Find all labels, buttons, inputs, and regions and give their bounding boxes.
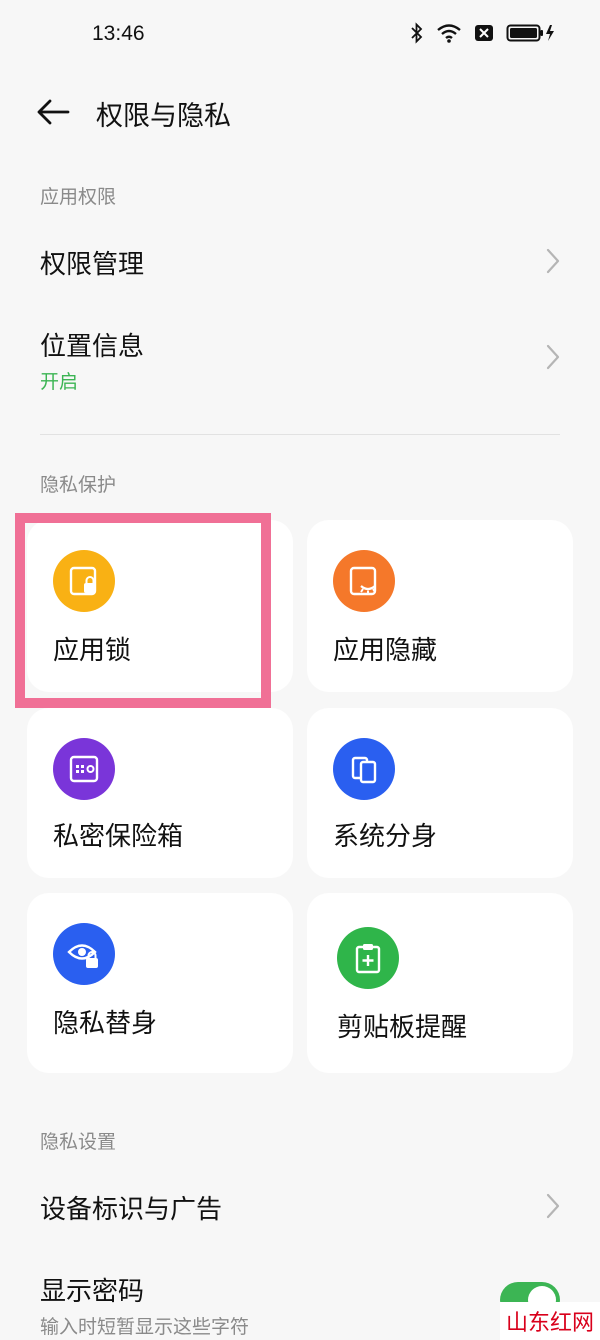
back-arrow-icon [37, 99, 70, 125]
card-clipboard-alert[interactable]: 剪贴板提醒 [307, 893, 573, 1073]
card-label: 应用锁 [53, 636, 132, 666]
no-sim-icon [475, 25, 493, 41]
chevron-right-icon [546, 1193, 560, 1219]
card-label: 私密保险箱 [53, 822, 184, 852]
card-label: 应用隐藏 [333, 636, 438, 666]
back-button[interactable] [30, 92, 76, 132]
status-time: 13:46 [92, 22, 145, 45]
card-app-hide[interactable]: 应用隐藏 [307, 520, 573, 692]
row-device-id-ads[interactable]: 设备标识与广告 [0, 1175, 600, 1237]
row-title: 权限管理 [40, 250, 145, 280]
app-lock-icon [53, 550, 115, 612]
card-app-lock[interactable]: 应用锁 [27, 520, 293, 692]
chevron-right-icon [546, 344, 560, 370]
bluetooth-icon [411, 22, 423, 44]
row-permission-management[interactable]: 权限管理 [0, 230, 600, 292]
watermark: 山东红网 [500, 1302, 600, 1340]
row-title: 设备标识与广告 [40, 1195, 223, 1225]
row-title: 位置信息 [40, 332, 145, 362]
chevron-right-icon [546, 248, 560, 274]
section-label-app-permissions: 应用权限 [40, 186, 117, 208]
card-label: 系统分身 [333, 822, 438, 852]
page-title: 权限与隐私 [96, 101, 231, 132]
card-label: 隐私替身 [53, 1009, 158, 1039]
card-privacy-standin[interactable]: 隐私替身 [27, 893, 293, 1073]
eye-lock-icon [53, 923, 115, 985]
wifi-icon [437, 24, 461, 43]
row-title: 显示密码 [40, 1277, 145, 1307]
clone-icon [333, 738, 395, 800]
section-label-privacy-protection: 隐私保护 [40, 474, 117, 496]
status-icons [410, 22, 556, 44]
card-private-safe[interactable]: 私密保险箱 [27, 708, 293, 878]
section-label-privacy-settings: 隐私设置 [40, 1131, 117, 1153]
row-location[interactable]: 位置信息 开启 [0, 310, 600, 406]
divider [40, 434, 560, 435]
safe-icon [53, 738, 115, 800]
app-hide-icon [333, 550, 395, 612]
card-app-clone[interactable]: 系统分身 [307, 708, 573, 878]
battery-icon [506, 24, 554, 42]
card-label: 剪贴板提醒 [337, 1013, 468, 1043]
location-status: 开启 [40, 371, 79, 393]
header: 权限与隐私 [0, 86, 600, 140]
row-subtitle: 输入时短暂显示这些字符 [40, 1316, 250, 1338]
status-bar: 13:46 [0, 0, 600, 70]
clipboard-icon [337, 927, 399, 989]
